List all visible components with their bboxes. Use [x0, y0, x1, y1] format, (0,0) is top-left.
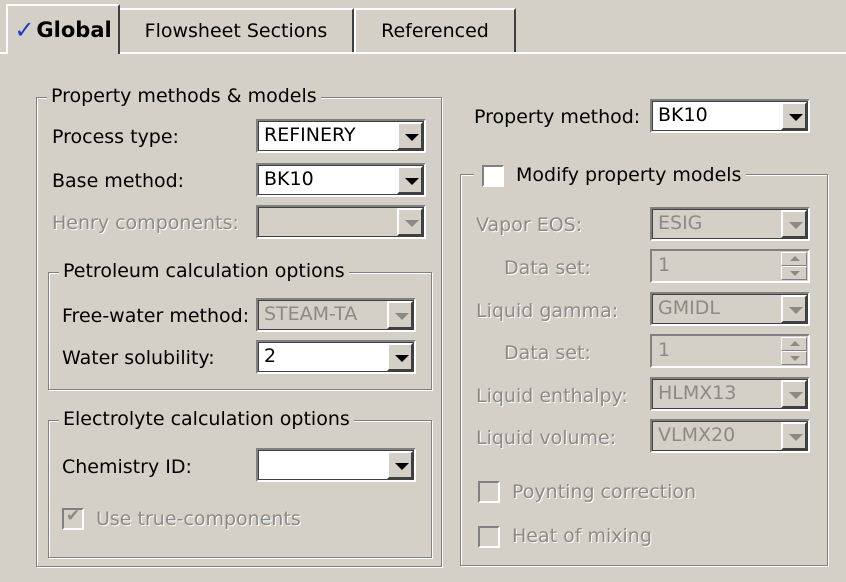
gamma-data-set-label: Data set: — [504, 342, 591, 364]
henry-components-label: Henry components: — [52, 212, 239, 234]
electrolyte-options-group: Electrolyte calculation options — [48, 408, 432, 558]
free-water-method-select[interactable]: STEAM-TA — [256, 298, 416, 332]
vapor-data-set-spinner[interactable]: 1 — [650, 249, 810, 283]
henry-components-select[interactable] — [256, 205, 426, 239]
tab-referenced[interactable]: Referenced — [354, 8, 516, 52]
use-true-components-label: Use true-components — [96, 508, 301, 530]
liquid-enthalpy-label: Liquid enthalpy: — [476, 385, 628, 407]
chevron-down-icon[interactable] — [397, 208, 423, 236]
liquid-gamma-label: Liquid gamma: — [476, 300, 619, 322]
heat-of-mixing-label: Heat of mixing — [512, 525, 652, 547]
petroleum-options-group-title: Petroleum calculation options — [59, 260, 349, 282]
spin-up-icon[interactable] — [781, 337, 807, 351]
use-true-components-checkbox[interactable]: ✔ — [62, 506, 84, 530]
chevron-down-icon[interactable] — [781, 422, 807, 450]
base-method-value: BK10 — [264, 168, 314, 190]
property-method-select[interactable]: BK10 — [650, 99, 810, 133]
water-solubility-value: 2 — [264, 345, 277, 367]
tab-flowsheet-sections-label: Flowsheet Sections — [144, 20, 328, 42]
process-type-select[interactable]: REFINERY — [256, 119, 426, 153]
vapor-data-set-value: 1 — [658, 254, 671, 276]
base-method-select[interactable]: BK10 — [256, 163, 426, 197]
liquid-gamma-select[interactable]: GMIDL — [650, 292, 810, 326]
property-methods-group-title: Property methods & models — [47, 85, 321, 107]
tab-flowsheet-sections[interactable]: Flowsheet Sections — [118, 8, 354, 52]
vapor-eos-label: Vapor EOS: — [476, 214, 583, 236]
chevron-down-icon[interactable] — [397, 122, 423, 150]
liquid-gamma-value: GMIDL — [658, 297, 720, 319]
chevron-down-icon[interactable] — [781, 295, 807, 323]
base-method-label: Base method: — [52, 170, 185, 192]
vapor-eos-select[interactable]: ESIG — [650, 207, 810, 241]
tab-referenced-label: Referenced — [381, 20, 489, 42]
process-type-label: Process type: — [52, 126, 179, 148]
poynting-correction-label: Poynting correction — [512, 481, 697, 503]
spin-up-icon[interactable] — [781, 252, 807, 266]
chemistry-id-select[interactable] — [256, 448, 416, 482]
vapor-eos-value: ESIG — [658, 212, 703, 234]
chevron-down-icon[interactable] — [781, 210, 807, 238]
spin-down-icon[interactable] — [781, 266, 807, 280]
spin-down-icon[interactable] — [781, 351, 807, 365]
gamma-data-set-value: 1 — [658, 339, 671, 361]
process-type-value: REFINERY — [264, 124, 356, 146]
chevron-down-icon[interactable] — [387, 343, 413, 371]
free-water-method-value: STEAM-TA — [264, 303, 358, 325]
poynting-correction-checkbox[interactable] — [478, 481, 500, 503]
electrolyte-options-group-title: Electrolyte calculation options — [59, 408, 354, 430]
tab-global[interactable]: ✓ Global — [6, 4, 120, 54]
chevron-down-icon[interactable] — [387, 301, 413, 329]
property-method-value: BK10 — [658, 104, 708, 126]
vapor-data-set-label: Data set: — [504, 257, 591, 279]
free-water-method-label: Free-water method: — [62, 305, 250, 327]
chevron-down-icon[interactable] — [387, 451, 413, 479]
gamma-data-set-spinner[interactable]: 1 — [650, 334, 810, 368]
modify-property-models-label: Modify property models — [516, 164, 742, 186]
checkmark-icon: ✓ — [14, 16, 35, 44]
heat-of-mixing-checkbox[interactable] — [478, 526, 500, 548]
tab-global-label: Global — [36, 18, 112, 42]
water-solubility-label: Water solubility: — [62, 347, 215, 369]
liquid-volume-label: Liquid volume: — [476, 427, 617, 449]
liquid-volume-select[interactable]: VLMX20 — [650, 419, 810, 453]
chemistry-id-label: Chemistry ID: — [62, 456, 192, 478]
water-solubility-select[interactable]: 2 — [256, 340, 416, 374]
liquid-enthalpy-select[interactable]: HLMX13 — [650, 377, 810, 411]
liquid-volume-value: VLMX20 — [658, 424, 736, 446]
chevron-down-icon[interactable] — [397, 166, 423, 194]
checkmark-icon: ✔ — [66, 506, 81, 526]
liquid-enthalpy-value: HLMX13 — [658, 382, 737, 404]
property-method-label: Property method: — [474, 106, 641, 128]
modify-property-models-checkbox[interactable] — [482, 165, 504, 187]
chevron-down-icon[interactable] — [781, 380, 807, 408]
chevron-down-icon[interactable] — [781, 102, 807, 130]
